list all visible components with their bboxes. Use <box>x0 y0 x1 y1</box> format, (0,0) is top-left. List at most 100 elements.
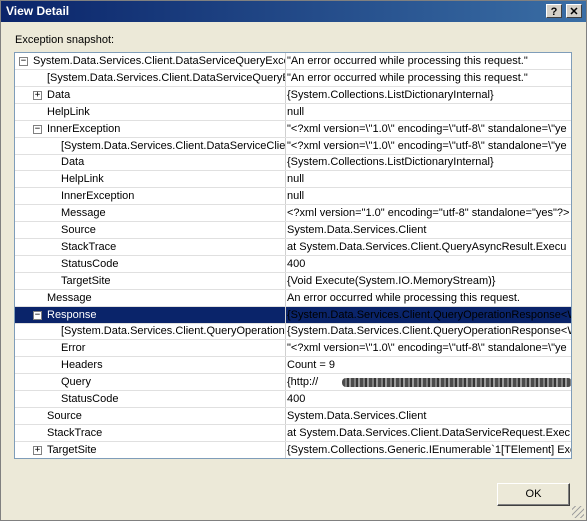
property-name-cell: TargetSite <box>15 273 285 289</box>
property-value: {System.Data.Services.Client.QueryOperat… <box>287 325 571 338</box>
grid-row[interactable]: HelpLink null <box>15 171 571 189</box>
grid-row[interactable]: − System.Data.Services.Client.DataService… <box>15 53 571 70</box>
ok-button[interactable]: OK <box>497 483 570 506</box>
property-value-cell[interactable]: 400 <box>285 391 571 407</box>
property-name-cell: − Response <box>15 307 285 323</box>
help-button[interactable]: ? <box>546 4 562 18</box>
exception-property-grid[interactable]: − System.Data.Services.Client.DataService… <box>14 52 572 459</box>
grid-row[interactable]: StatusCode 400 <box>15 391 571 408</box>
property-value: "An error occurred while processing this… <box>287 55 528 67</box>
property-name-cell: − System.Data.Services.Client.DataService… <box>15 53 285 69</box>
property-value-cell[interactable]: null <box>285 171 571 188</box>
property-name: Message <box>61 207 106 220</box>
property-value-cell[interactable]: 400 <box>285 255 571 272</box>
property-value: "<?xml version=\"1.0\" encoding=\"utf-8\… <box>287 342 567 355</box>
grid-row[interactable]: Data {System.Collections.ListDictionaryIn… <box>15 154 571 172</box>
grid-row[interactable]: Message <?xml version="1.0" encoding="utf… <box>15 205 571 223</box>
title-bar[interactable]: View Detail ? ✕ <box>1 1 586 22</box>
property-value-cell[interactable]: {http:// <box>285 374 571 391</box>
property-value-cell[interactable]: at System.Data.Services.Client.QueryAsyn… <box>285 238 571 255</box>
collapse-icon[interactable]: − <box>19 57 28 66</box>
exception-snapshot-label: Exception snapshot: <box>15 34 115 46</box>
property-value-cell[interactable]: "An error occurred while processing this… <box>285 69 571 86</box>
grid-row[interactable]: [System.Data.Services.Client.QueryOperat… <box>15 323 571 341</box>
grid-row[interactable]: + TargetSite {System.Collections.Generic.I… <box>15 441 571 458</box>
grid-row[interactable]: Message An error occurred while processin… <box>15 289 571 307</box>
grid-row[interactable]: − Response {System.Data.Services.Client.Qu… <box>15 306 571 324</box>
property-name: HelpLink <box>61 173 104 186</box>
grid-row[interactable]: − InnerException "<?xml version=\"1.0\" en… <box>15 120 571 138</box>
property-value: at System.Data.Services.Client.QueryAsyn… <box>287 240 567 253</box>
property-name: [System.Data.Services.Client.DataService… <box>47 71 285 84</box>
grid-row[interactable]: Error "<?xml version=\"1.0\" encoding=\"u… <box>15 340 571 358</box>
property-name-cell: Headers <box>15 357 285 373</box>
property-name-cell: [System.Data.Services.Client.QueryOperat… <box>15 323 285 339</box>
property-value-cell[interactable]: System.Data.Services.Client <box>285 407 571 424</box>
property-name: Query <box>61 376 91 389</box>
property-name: Response <box>47 308 97 321</box>
property-value-cell[interactable]: null <box>285 188 571 205</box>
grid-row[interactable]: StackTrace at System.Data.Services.Clien… <box>15 238 571 256</box>
property-value: null <box>287 105 305 118</box>
property-value: {System.Collections.ListDictionaryIntern… <box>287 156 494 169</box>
property-value-cell[interactable]: "<?xml version=\"1.0\" encoding=\"utf-8\… <box>285 340 571 357</box>
collapse-icon[interactable]: − <box>33 310 42 320</box>
property-name-cell: StackTrace <box>15 239 285 255</box>
property-value: "<?xml version=\"1.0\" encoding=\"utf-8\… <box>287 139 567 152</box>
property-value-cell[interactable]: "<?xml version=\"1.0\" encoding=\"utf-8\… <box>285 137 571 154</box>
grid-row[interactable]: HelpLink null <box>15 103 571 121</box>
grid-row[interactable]: [System.Data.Services.Client.DataService… <box>15 137 571 155</box>
expand-icon[interactable]: + <box>33 445 42 455</box>
property-name: [System.Data.Services.Client.DataService… <box>61 139 285 152</box>
property-value: {http:// <box>287 376 319 389</box>
property-name: Source <box>61 224 96 236</box>
property-value: 400 <box>287 257 306 270</box>
grid-row[interactable]: InnerException null <box>15 188 571 206</box>
property-value: Count = 9 <box>287 359 336 372</box>
property-value-cell[interactable]: {Void Execute(System.IO.MemoryStream)} <box>285 272 571 289</box>
grid-row[interactable]: + Data {System.Collections.ListDictionaryI… <box>15 86 571 104</box>
property-value-cell[interactable]: {System.Data.Services.Client.QueryOperat… <box>285 323 571 340</box>
property-value-cell[interactable]: {System.Collections.ListDictionaryIntern… <box>285 86 571 103</box>
expand-icon[interactable]: + <box>33 90 42 100</box>
view-detail-dialog: View Detail ? ✕ Exception snapshot: − Sys… <box>0 0 587 521</box>
property-name: Source <box>47 409 82 422</box>
property-name-cell: StatusCode <box>15 256 285 272</box>
property-name: System.Data.Services.Client.DataServiceQ… <box>33 55 285 67</box>
property-value: An error occurred while processing this … <box>287 291 520 304</box>
property-value-cell[interactable]: <?xml version="1.0" encoding="utf-8" sta… <box>285 205 571 222</box>
property-value: {Void Execute(System.IO.MemoryStream)} <box>287 274 496 287</box>
property-value: {System.Collections.Generic.IEnumerable`… <box>287 443 571 456</box>
grid-row[interactable]: Query {http:// <box>15 374 571 392</box>
property-value-cell[interactable]: null <box>285 103 571 120</box>
property-value-cell[interactable]: {System.Collections.ListDictionaryIntern… <box>285 154 571 171</box>
grid-row[interactable]: TargetSite {Void Execute(System.IO.Memory… <box>15 272 571 290</box>
property-value-cell[interactable]: "<?xml version=\"1.0\" encoding=\"utf-8\… <box>285 120 571 137</box>
property-name: [System.Data.Services.Client.QueryOperat… <box>61 325 285 338</box>
close-button[interactable]: ✕ <box>566 4 582 18</box>
property-name-cell: Query <box>15 374 285 390</box>
property-value-cell[interactable]: at System.Data.Services.Client.DataServi… <box>285 424 571 441</box>
grid-row[interactable]: StackTrace at System.Data.Services.Clien… <box>15 424 571 442</box>
property-value: {System.Data.Services.Client.QueryOperat… <box>287 308 571 321</box>
grid-row[interactable]: Source System.Data.Services.Client <box>15 407 571 425</box>
grid-row[interactable]: [System.Data.Services.Client.DataService… <box>15 69 571 87</box>
collapse-icon[interactable]: − <box>33 124 42 134</box>
property-value-cell[interactable]: Count = 9 <box>285 357 571 374</box>
redaction-scribble <box>342 378 571 388</box>
property-value-cell[interactable]: "An error occurred while processing this… <box>285 53 571 69</box>
property-value-cell[interactable]: System.Data.Services.Client <box>285 222 571 238</box>
property-value: 400 <box>287 393 306 405</box>
resize-grip-icon[interactable] <box>572 506 584 518</box>
property-value-cell[interactable]: {System.Collections.Generic.IEnumerable`… <box>285 441 571 458</box>
property-value-cell[interactable]: {System.Data.Services.Client.QueryOperat… <box>285 306 571 323</box>
property-value-cell[interactable]: An error occurred while processing this … <box>285 289 571 306</box>
property-name-cell: StatusCode <box>15 391 285 407</box>
grid-row[interactable]: Headers Count = 9 <box>15 357 571 375</box>
grid-row[interactable]: StatusCode 400 <box>15 255 571 273</box>
property-value: null <box>287 173 305 186</box>
property-name-cell: HelpLink <box>15 171 285 187</box>
property-name-cell: + TargetSite <box>15 442 285 458</box>
grid-row[interactable]: Source System.Data.Services.Client <box>15 222 571 239</box>
property-value: "An error occurred while processing this… <box>287 71 528 84</box>
